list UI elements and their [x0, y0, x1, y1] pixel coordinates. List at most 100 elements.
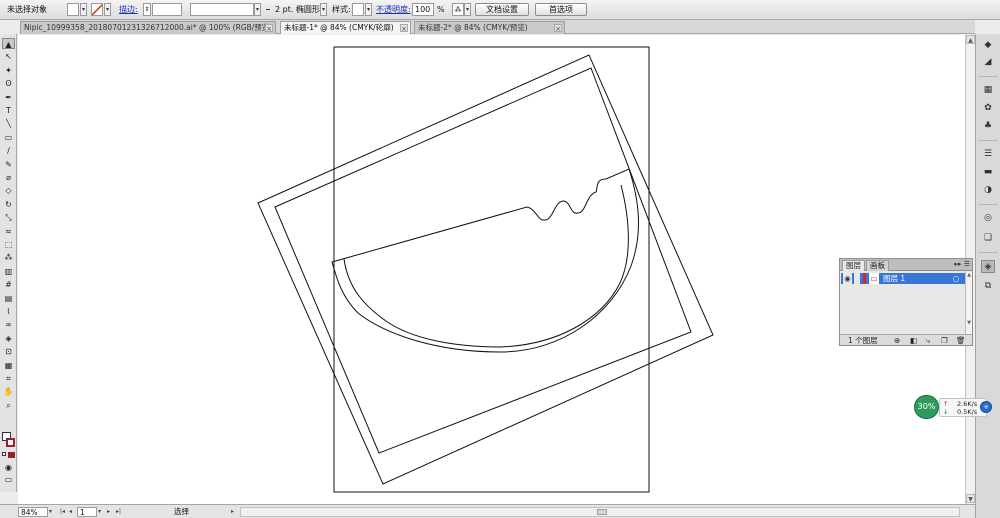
lock-toggle[interactable]: [854, 273, 860, 284]
zoom-level-field[interactable]: 84%: [18, 507, 48, 517]
opacity-link[interactable]: 不透明度:: [376, 4, 411, 17]
status-menu-arrow[interactable]: ▸: [231, 507, 234, 517]
zoom-dropdown[interactable]: ▾: [49, 507, 52, 517]
tab-layers[interactable]: 图层: [842, 260, 865, 271]
warp-tool-icon[interactable]: ≈: [2, 226, 15, 237]
direct-selection-tool-icon[interactable]: ↖: [2, 51, 15, 62]
memory-percent-badge[interactable]: 30%: [914, 395, 939, 419]
document-setup-button[interactable]: 文档设置: [475, 3, 529, 16]
transparency-panel-icon[interactable]: ◑: [981, 184, 995, 197]
graphic-style-dropdown[interactable]: ▾: [365, 3, 372, 16]
stroke-panel-icon[interactable]: ☰: [981, 148, 995, 161]
opacity-field[interactable]: 100: [412, 3, 434, 16]
symbols-panel-icon[interactable]: ♣: [981, 120, 995, 133]
appearance-panel-icon[interactable]: ◎: [981, 212, 995, 225]
close-icon[interactable]: ×: [554, 24, 562, 33]
first-artboard-button[interactable]: |◂: [60, 507, 65, 517]
delete-layer-icon[interactable]: 🗑︎: [956, 335, 966, 346]
zoom-tool-icon[interactable]: ⌕: [2, 400, 15, 411]
slice-tool-icon[interactable]: ⌗: [2, 373, 15, 384]
visibility-eye-icon[interactable]: ◉: [843, 273, 852, 284]
selection-tool-icon[interactable]: ▲: [2, 38, 15, 49]
next-artboard-button[interactable]: ▸: [107, 507, 110, 517]
blend-tool-icon[interactable]: ∞: [2, 319, 15, 330]
last-artboard-button[interactable]: ▸|: [116, 507, 121, 517]
artboards-panel-icon[interactable]: ⧉: [981, 280, 995, 293]
scroll-up-arrow[interactable]: ▲: [966, 35, 975, 44]
brush-definition[interactable]: 2 pt. 椭圆形: [275, 4, 320, 17]
tab-untitled-2[interactable]: 未标题-2* @ 84% (CMYK/预览) ×: [414, 21, 565, 34]
locate-object-icon[interactable]: ⊕: [894, 335, 900, 346]
draw-mode-icon[interactable]: ◉: [2, 462, 15, 473]
symbol-sprayer-tool-icon[interactable]: ⁂: [2, 252, 15, 263]
gradient-panel-icon[interactable]: ▬: [981, 166, 995, 179]
live-paint-bucket-tool-icon[interactable]: ◈: [2, 333, 15, 344]
new-sublayer-icon[interactable]: ⤷: [926, 335, 930, 346]
artboard-dropdown[interactable]: ▾: [98, 507, 101, 517]
live-paint-selection-tool-icon[interactable]: ⊡: [2, 346, 15, 357]
horizontal-scrollbar[interactable]: [240, 507, 960, 517]
hand-tool-icon[interactable]: ✋: [2, 386, 15, 397]
type-tool-icon[interactable]: T: [2, 105, 15, 116]
pen-tool-icon[interactable]: ✒: [2, 92, 15, 103]
paintbrush-tool-icon[interactable]: ∕: [2, 145, 15, 156]
fill-dropdown[interactable]: ▾: [80, 3, 87, 16]
target-icon[interactable]: ○: [952, 273, 960, 284]
color-guide-icon[interactable]: ◢: [981, 56, 995, 69]
close-icon[interactable]: ×: [265, 24, 273, 33]
rotate-tool-icon[interactable]: ↻: [2, 199, 15, 210]
stroke-color-swatch[interactable]: [6, 438, 15, 447]
stroke-link[interactable]: 描边:: [119, 4, 138, 17]
layer-row[interactable]: ◉ ▭ 图层 1 ○: [841, 273, 965, 284]
graphic-styles-panel-icon[interactable]: ❏: [981, 232, 995, 245]
variable-width-profile[interactable]: [190, 3, 254, 16]
swatches-panel-icon[interactable]: ▦: [981, 84, 995, 97]
eraser-tool-icon[interactable]: ◇: [2, 185, 15, 196]
recolor-artwork-icon[interactable]: ⁂: [452, 3, 464, 16]
column-graph-tool-icon[interactable]: ▥: [2, 266, 15, 277]
stroke-weight-stepper[interactable]: ⇕: [143, 3, 151, 16]
scroll-down-arrow[interactable]: ▼: [966, 494, 975, 503]
brushes-panel-icon[interactable]: ✿: [981, 102, 995, 115]
artboard-tool-icon[interactable]: ▦: [2, 360, 15, 371]
scroll-thumb[interactable]: [597, 509, 607, 515]
eyedropper-tool-icon[interactable]: ⌇: [2, 306, 15, 317]
fill-swatch[interactable]: [67, 3, 79, 16]
make-clipping-mask-icon[interactable]: ◧: [910, 335, 917, 346]
stroke-swatch-dropdown[interactable]: ▾: [104, 3, 111, 16]
scale-tool-icon[interactable]: ⤡: [2, 212, 15, 223]
layer-name[interactable]: 图层 1: [883, 273, 905, 284]
tab-nipic-document[interactable]: Nipic_10999358_20180701231326712000.ai* …: [20, 21, 276, 34]
color-panel-icon[interactable]: ◆: [981, 39, 995, 52]
network-speed-widget[interactable]: 30% ↑ ↓ 2.6K/s 0.5K/s +: [914, 395, 994, 419]
rectangle-tool-icon[interactable]: ▭: [2, 132, 15, 143]
free-transform-tool-icon[interactable]: ⬚: [2, 239, 15, 250]
tab-artboards[interactable]: 画板: [866, 260, 889, 271]
preferences-button[interactable]: 首选项: [535, 3, 587, 16]
stroke-swatch[interactable]: [91, 3, 103, 16]
graphic-style-swatch[interactable]: [352, 3, 364, 16]
panel-menu-icon[interactable]: ▸▸ ☰: [954, 260, 970, 268]
layers-panel-icon[interactable]: ◈: [981, 260, 995, 273]
line-segment-tool-icon[interactable]: ╲: [2, 118, 15, 129]
tab-untitled-1[interactable]: 未标题-1* @ 84% (CMYK/轮廓) ×: [280, 21, 411, 34]
artboard-number-field[interactable]: 1: [77, 507, 97, 517]
recolor-dropdown[interactable]: ▾: [464, 3, 471, 16]
accelerator-ball-icon[interactable]: +: [980, 401, 992, 413]
blob-brush-tool-icon[interactable]: ⌀: [2, 172, 15, 183]
screen-mode-icon[interactable]: ▭: [2, 474, 15, 485]
brush-dropdown[interactable]: ▾: [320, 3, 327, 16]
stroke-weight-field[interactable]: [152, 3, 182, 16]
layers-scrollbar[interactable]: ▲ ▼: [965, 272, 972, 334]
default-colors-icon[interactable]: [2, 452, 6, 456]
close-icon[interactable]: ×: [400, 24, 408, 33]
artboard-canvas[interactable]: [18, 35, 975, 504]
color-mode-icon[interactable]: [8, 452, 15, 458]
magic-wand-tool-icon[interactable]: ✦: [2, 65, 15, 76]
gradient-tool-icon[interactable]: ▤: [2, 293, 15, 304]
pencil-tool-icon[interactable]: ✎: [2, 159, 15, 170]
new-layer-icon[interactable]: ❐: [941, 335, 948, 346]
lasso-tool-icon[interactable]: ʘ: [2, 78, 15, 89]
mesh-tool-icon[interactable]: #: [2, 279, 15, 290]
previous-artboard-button[interactable]: ◂: [69, 507, 72, 517]
